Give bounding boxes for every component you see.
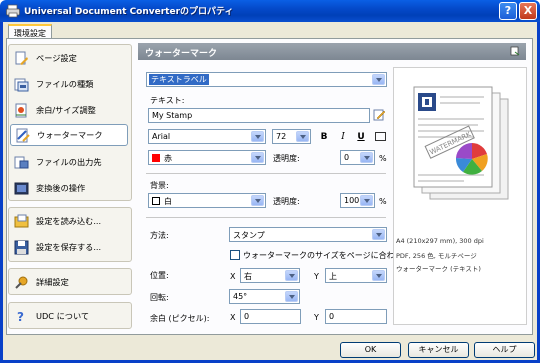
chevron-down-icon: [251, 131, 264, 142]
nav-label: ファイルの出力先: [36, 157, 102, 167]
rotation-label: 回転:: [150, 293, 169, 302]
background-color-value: 白: [164, 197, 172, 206]
underline-button[interactable]: U: [355, 131, 367, 143]
chevron-down-icon: [285, 291, 298, 302]
nav-item-output-folder[interactable]: ファイルの出力先: [10, 151, 128, 173]
red-swatch-icon: [152, 154, 160, 162]
nav-item-post-action[interactable]: 変換後の操作: [10, 177, 128, 199]
nav-item-about[interactable]: ? UDC について: [10, 305, 128, 327]
page-setup-icon: [14, 51, 29, 66]
output-folder-icon: [14, 155, 29, 170]
cancel-button[interactable]: キャンセル: [408, 342, 469, 358]
help-button[interactable]: ヘルプ: [474, 342, 535, 358]
nav-label: 余白/サイズ調整: [36, 105, 96, 115]
nav-label: ウォーターマーク: [37, 130, 103, 140]
svg-text:?: ?: [17, 310, 24, 324]
background-transparency-select[interactable]: 100: [340, 193, 375, 208]
bold-button[interactable]: B: [318, 131, 330, 143]
file-format-icon: [14, 77, 29, 92]
fit-to-page-label: ウォーターマークのサイズをページに合わ: [243, 251, 395, 260]
preview-info-line3: ウォーターマーク (テキスト): [396, 265, 481, 273]
nav-item-margins[interactable]: 余白/サイズ調整: [10, 99, 128, 121]
printer-app-icon: [6, 4, 20, 18]
post-action-icon: [14, 181, 29, 196]
text-color-value: 赤: [164, 154, 172, 163]
nav-item-load-settings[interactable]: 設定を読み込む...: [10, 210, 128, 232]
load-settings-icon: [14, 214, 29, 229]
percent-label: %: [379, 154, 387, 163]
document-preview-image: WATERMARK: [413, 86, 509, 200]
help-title-button[interactable]: ?: [499, 2, 517, 20]
preview-info-line1: A4 (210x297 mm), 300 dpi: [396, 237, 484, 245]
position-x-label: X: [230, 272, 236, 281]
margin-x-input[interactable]: 0: [240, 309, 301, 324]
percent-label: %: [379, 197, 387, 206]
tab-preferences[interactable]: 環境設定: [8, 24, 52, 39]
fit-to-page-checkbox[interactable]: [230, 250, 240, 260]
section-header: ウォーターマーク: [138, 43, 526, 60]
watermark-icon: [15, 128, 30, 143]
nav-label: 設定を保存する...: [36, 242, 102, 252]
section-title: ウォーターマーク: [145, 49, 218, 59]
font-name-select[interactable]: Arial: [148, 129, 266, 144]
save-settings-icon: [14, 240, 29, 255]
watermark-type-select[interactable]: テキストラベル: [146, 72, 387, 87]
nav-label: 変換後の操作: [36, 183, 86, 193]
page-icon: [510, 46, 520, 56]
transparency-label: 透明度:: [273, 154, 300, 163]
border-button[interactable]: [375, 132, 386, 141]
divider: [146, 173, 386, 174]
rotation-select[interactable]: 45°: [229, 289, 300, 304]
text-transparency-select[interactable]: 0: [340, 150, 375, 165]
method-select[interactable]: スタンプ: [229, 227, 387, 242]
white-swatch-icon: [152, 197, 160, 205]
margin-x-label: X: [230, 313, 236, 322]
divider: [146, 217, 386, 218]
transparency-label: 透明度:: [273, 197, 300, 206]
position-label: 位置:: [150, 271, 169, 280]
nav-item-advanced[interactable]: 詳細設定: [10, 271, 128, 293]
position-y-label: Y: [314, 272, 319, 281]
preview-info-line2: PDF, 256 色, モルチページ: [396, 252, 477, 260]
chevron-down-icon: [296, 131, 309, 142]
nav-label: 詳細設定: [36, 277, 69, 287]
margin-y-label: Y: [314, 313, 319, 322]
edit-icon[interactable]: [373, 108, 386, 121]
nav-label: ページ設定: [36, 53, 77, 63]
nav-item-save-settings[interactable]: 設定を保存する...: [10, 236, 128, 258]
about-icon: ?: [14, 309, 29, 324]
chevron-down-icon: [251, 195, 264, 206]
margin-label: 余白 (ピクセル):: [150, 314, 210, 323]
ok-button[interactable]: OK: [340, 342, 401, 358]
nav-label: ファイルの種類: [36, 79, 94, 89]
margins-icon: [14, 103, 29, 118]
title-bar: Universal Document Converterのプロパティ ? X: [0, 0, 540, 22]
background-label: 背景:: [150, 181, 169, 190]
chevron-down-icon: [372, 270, 385, 281]
nav-label: 設定を読み込む...: [36, 216, 102, 226]
nav-label: UDC について: [36, 311, 90, 321]
window-title: Universal Document Converterのプロパティ: [24, 7, 234, 17]
nav-item-watermark[interactable]: ウォーターマーク: [10, 124, 128, 146]
chevron-down-icon: [372, 74, 385, 85]
text-label: テキスト:: [150, 96, 185, 105]
chevron-down-icon: [285, 270, 298, 281]
font-size-select[interactable]: 72: [272, 129, 311, 144]
background-color-select[interactable]: 白: [148, 193, 266, 208]
margin-y-input[interactable]: 0: [325, 309, 387, 324]
nav-item-file-format[interactable]: ファイルの種類: [10, 73, 128, 95]
watermark-text-input[interactable]: My Stamp: [148, 108, 370, 123]
advanced-icon: [14, 275, 29, 290]
chevron-down-icon: [251, 152, 264, 163]
italic-button[interactable]: I: [337, 131, 349, 143]
chevron-down-icon: [360, 152, 373, 163]
chevron-down-icon: [360, 195, 373, 206]
chevron-down-icon: [372, 229, 385, 240]
position-y-select[interactable]: 上: [325, 268, 387, 283]
position-x-select[interactable]: 右: [240, 268, 300, 283]
close-button[interactable]: X: [519, 2, 537, 20]
nav-item-page-setup[interactable]: ページ設定: [10, 47, 128, 69]
text-color-select[interactable]: 赤: [148, 150, 266, 165]
method-label: 方法:: [150, 231, 169, 240]
